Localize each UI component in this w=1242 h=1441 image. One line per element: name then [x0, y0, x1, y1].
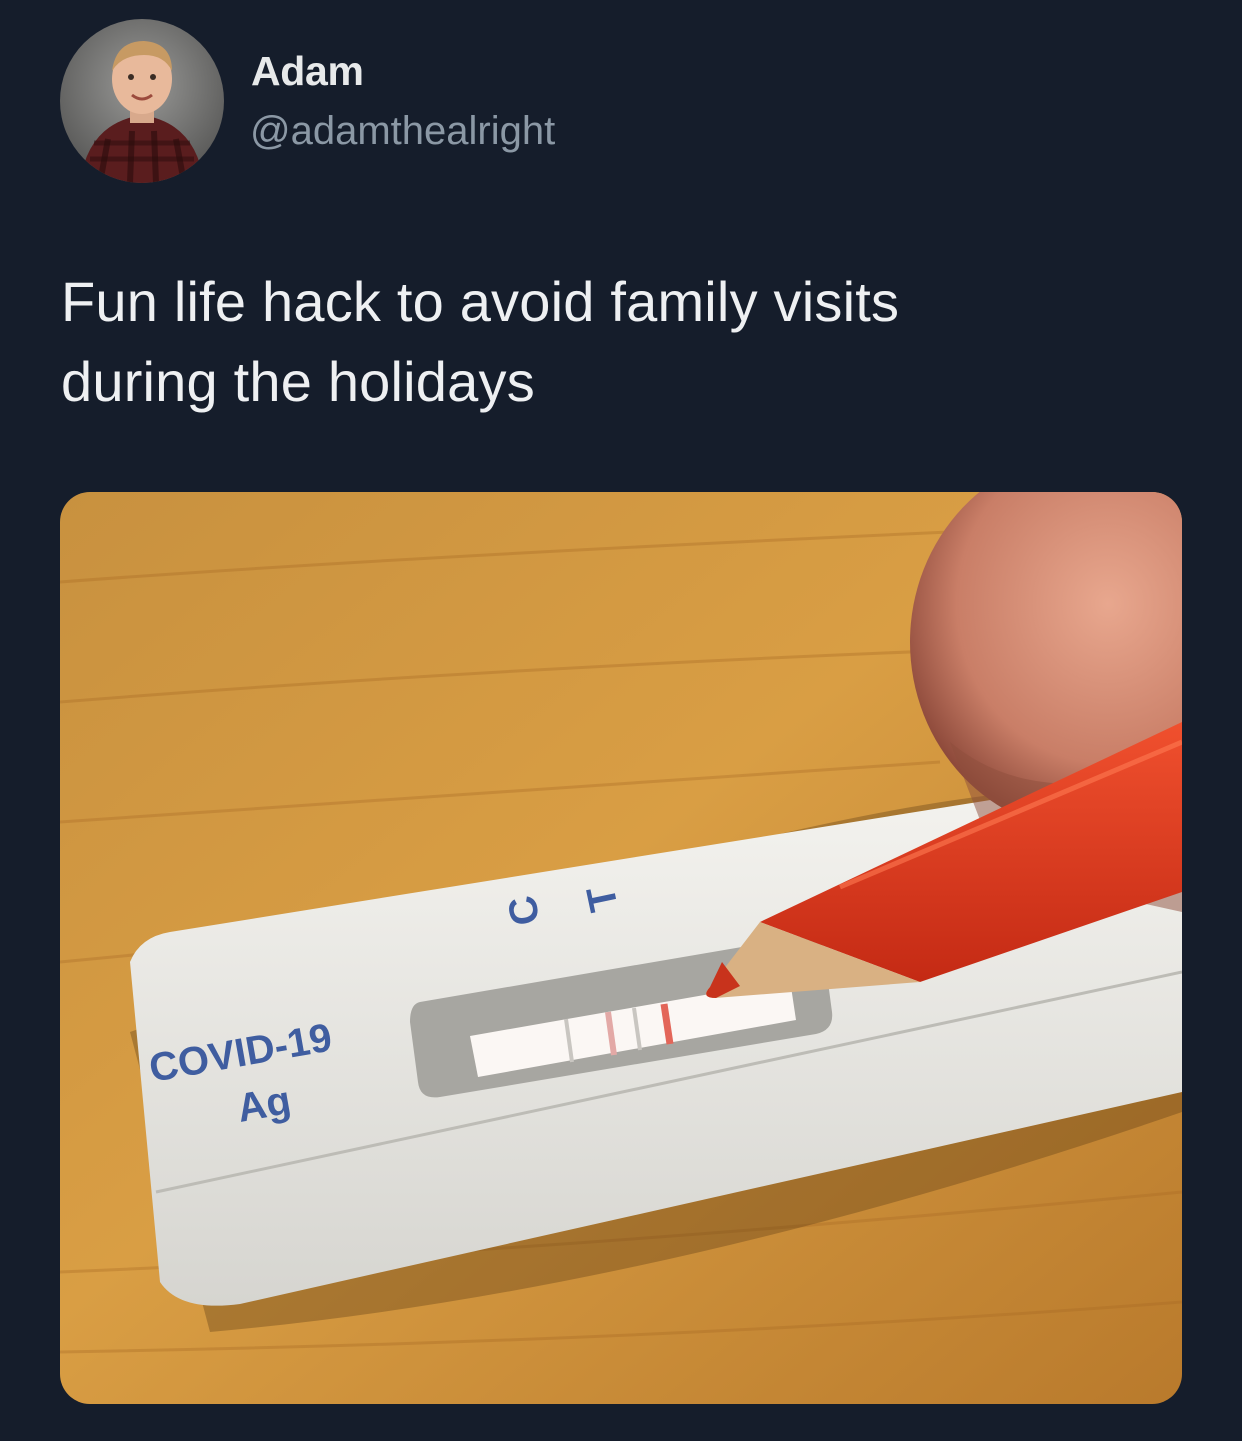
avatar-photo — [60, 19, 224, 183]
author-name[interactable]: Adam — [251, 48, 364, 95]
tweet-text-line: during the holidays — [61, 350, 535, 413]
author-handle[interactable]: @adamthealright — [250, 109, 555, 154]
test-photo: C T COVID-19 Ag — [60, 492, 1182, 1404]
avatar[interactable] — [60, 19, 224, 183]
tweet-text-line: Fun life hack to avoid family visits — [61, 270, 900, 333]
device-label-line2: Ag — [234, 1078, 294, 1131]
tweet-text: Fun life hack to avoid family visits dur… — [61, 262, 1181, 422]
tweet-card: Adam @adamthealright Fun life hack to av… — [0, 0, 1242, 1441]
tweet-media-image[interactable]: C T COVID-19 Ag — [60, 492, 1182, 1404]
